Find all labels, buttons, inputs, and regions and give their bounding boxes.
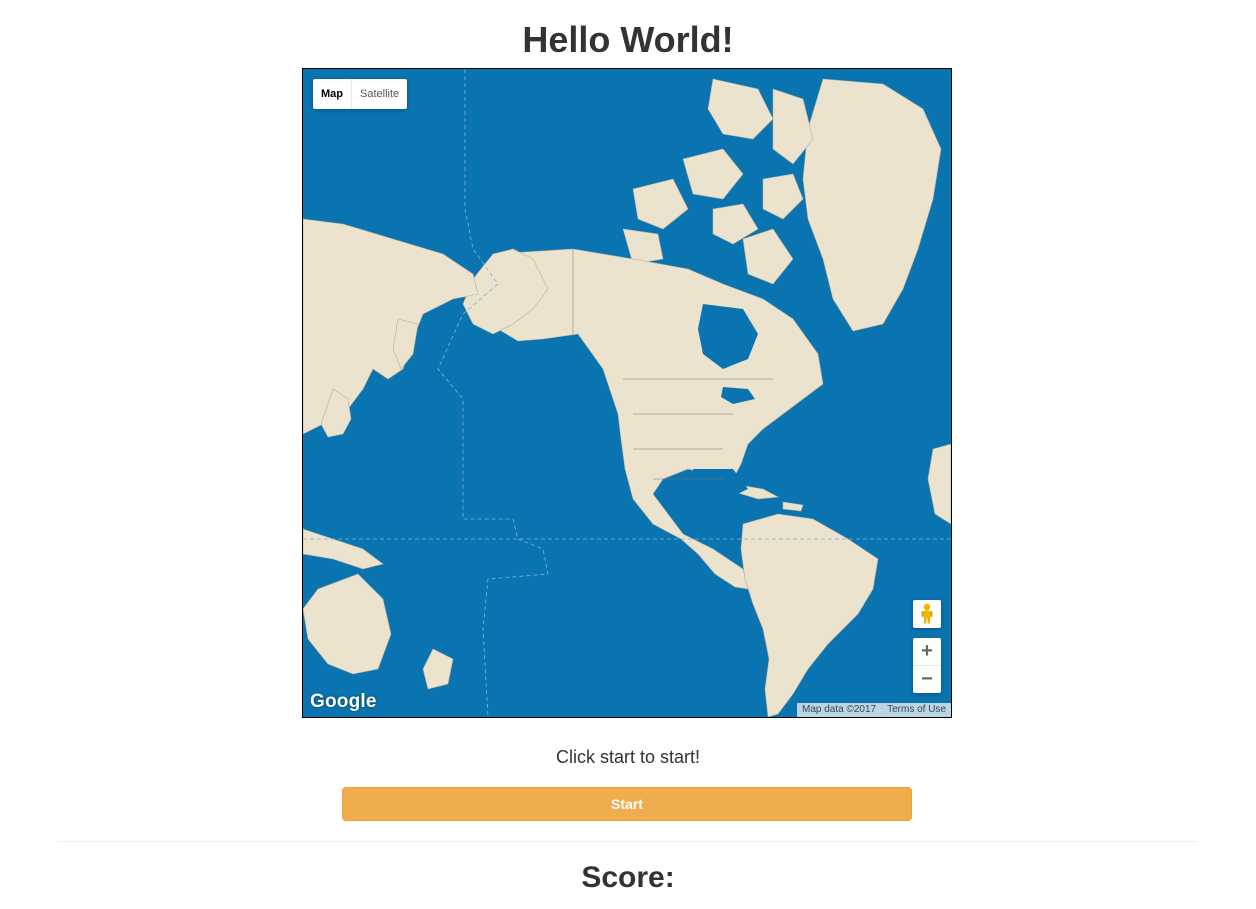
map-type-map-button[interactable]: Map — [313, 79, 352, 109]
start-button[interactable]: Start — [342, 787, 912, 821]
map-canvas[interactable]: Map Satellite + − Google Map data ©2017 … — [302, 68, 952, 718]
street-view-pegman-button[interactable] — [913, 600, 941, 628]
start-prompt: Click start to start! — [555, 747, 701, 767]
world-map[interactable] — [303, 69, 951, 717]
terms-of-use-link[interactable]: Terms of Use — [881, 703, 951, 717]
pegman-icon — [921, 603, 933, 624]
zoom-control: + − — [913, 638, 941, 693]
divider — [57, 841, 1197, 842]
google-logo[interactable]: Google — [310, 691, 377, 713]
zoom-in-button[interactable]: + — [913, 638, 941, 666]
score-label: Score: — [581, 861, 675, 894]
map-type-control: Map Satellite — [313, 79, 408, 109]
map-type-satellite-button[interactable]: Satellite — [352, 79, 407, 109]
map-data-credit: Map data ©2017 — [797, 703, 882, 717]
page-title: Hello World! — [522, 19, 734, 60]
zoom-out-button[interactable]: − — [913, 666, 941, 693]
map-attribution: Map data ©2017 Terms of Use — [797, 703, 951, 717]
